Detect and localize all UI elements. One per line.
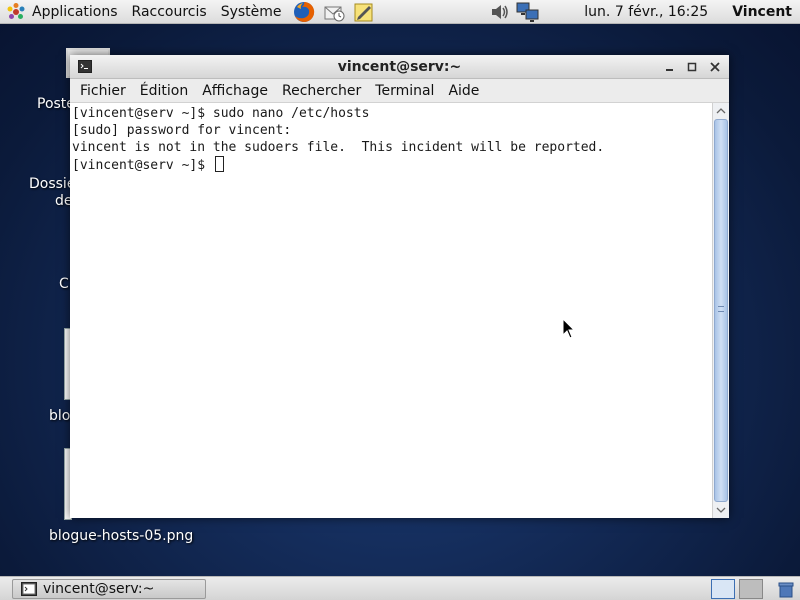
close-button[interactable] <box>707 59 723 75</box>
trash-button[interactable] <box>774 578 798 600</box>
user-menu[interactable]: Vincent <box>732 4 792 20</box>
terminal-prompt-line: [vincent@serv ~]$ <box>72 156 710 174</box>
terminal-line: vincent is not in the sudoers file. This… <box>72 140 605 155</box>
mail-icon <box>324 6 345 21</box>
scrollbar-thumb[interactable] <box>714 119 728 502</box>
scroll-down-button[interactable] <box>714 503 728 517</box>
vertical-scrollbar[interactable] <box>712 103 729 518</box>
taskbar-terminal-button[interactable]: vincent@serv:~ <box>12 579 206 599</box>
taskbar-terminal-label: vincent@serv:~ <box>43 581 155 597</box>
minimize-icon <box>666 69 673 71</box>
gnome-foot-icon <box>6 2 26 22</box>
terminal-line: [vincent@serv ~]$ sudo nano /etc/hosts <box>72 106 370 121</box>
terminal-line: [sudo] password for vincent: <box>72 123 292 138</box>
trash-icon <box>778 582 794 598</box>
workspace-1[interactable] <box>711 579 735 599</box>
chevron-down-icon <box>716 507 726 513</box>
desktop-label-png[interactable]: blogue-hosts-05.png <box>49 528 193 544</box>
bottom-panel: vincent@serv:~ <box>0 576 800 600</box>
applications-menu[interactable]: Applications <box>0 0 125 24</box>
network-icon <box>516 2 539 22</box>
workspace-2[interactable] <box>739 579 763 599</box>
notes-launcher[interactable] <box>352 0 376 24</box>
firefox-launcher[interactable] <box>292 0 316 24</box>
window-titlebar[interactable]: vincent@serv:~ <box>70 55 729 79</box>
mouse-pointer-icon <box>562 318 576 339</box>
terminal-window[interactable]: vincent@serv:~ Fichier Édition Affichage… <box>70 55 729 518</box>
main-menu: Applications Raccourcis Système <box>0 0 289 24</box>
volume-button[interactable] <box>488 0 512 24</box>
scroll-up-button[interactable] <box>714 104 728 118</box>
menu-fichier[interactable]: Fichier <box>73 79 133 103</box>
maximize-button[interactable] <box>684 59 700 75</box>
mail-launcher[interactable] <box>322 0 346 24</box>
scrollbar-grip <box>718 306 724 312</box>
system-tray: lun. 7 févr., 16:25 Vincent <box>484 0 800 24</box>
desktop-label-blo[interactable]: blo <box>49 408 70 424</box>
clock[interactable]: lun. 7 févr., 16:25 <box>580 4 712 20</box>
systeme-menu[interactable]: Système <box>214 0 289 24</box>
terminal-output[interactable]: [vincent@serv ~]$ sudo nano /etc/hosts [s… <box>70 103 712 518</box>
terminal-menubar: Fichier Édition Affichage Rechercher Ter… <box>70 79 729 103</box>
window-title: vincent@serv:~ <box>337 59 462 75</box>
notes-icon <box>354 3 373 21</box>
close-icon <box>710 62 720 72</box>
top-panel: Applications Raccourcis Système lun. 7 f… <box>0 0 800 24</box>
volume-icon <box>492 4 509 19</box>
desktop-label-dossier[interactable]: Dossie <box>29 176 75 192</box>
menu-aide[interactable]: Aide <box>441 79 486 103</box>
desktop-label-c[interactable]: C <box>59 276 69 292</box>
menu-affichage[interactable]: Affichage <box>195 79 275 103</box>
chevron-up-icon <box>716 108 726 114</box>
firefox-icon <box>293 1 314 22</box>
network-button[interactable] <box>516 0 540 24</box>
maximize-icon <box>687 62 697 72</box>
text-cursor <box>214 156 224 172</box>
terminal-icon <box>21 582 37 596</box>
menu-rechercher[interactable]: Rechercher <box>275 79 368 103</box>
minimize-button[interactable] <box>662 59 678 75</box>
raccourcis-menu[interactable]: Raccourcis <box>125 0 214 24</box>
applications-menu-label: Applications <box>32 3 118 20</box>
menu-edition[interactable]: Édition <box>133 79 195 103</box>
menu-terminal[interactable]: Terminal <box>368 79 441 103</box>
terminal-prompt: [vincent@serv ~]$ <box>72 158 213 173</box>
